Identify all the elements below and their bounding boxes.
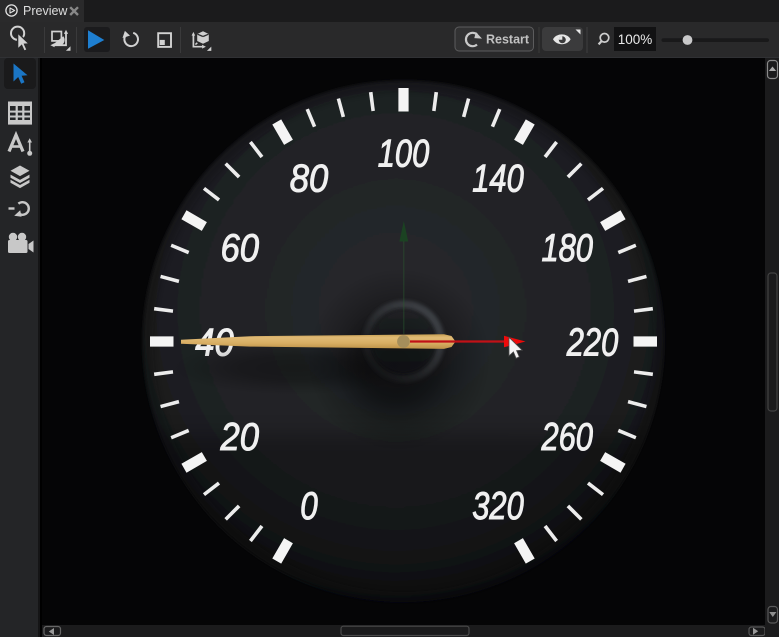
svg-text:80: 80 [290,158,329,201]
svg-text:0: 0 [300,485,318,528]
svg-text:140: 140 [472,158,524,201]
svg-text:60: 60 [221,227,260,270]
svg-text:Restart: Restart [486,33,530,47]
svg-text:220: 220 [566,321,619,364]
svg-text:20: 20 [220,416,260,459]
svg-text:260: 260 [541,416,594,459]
svg-text:100: 100 [378,132,430,175]
svg-text:100%: 100% [618,32,653,47]
svg-text:320: 320 [472,485,524,528]
svg-text:180: 180 [541,227,593,270]
